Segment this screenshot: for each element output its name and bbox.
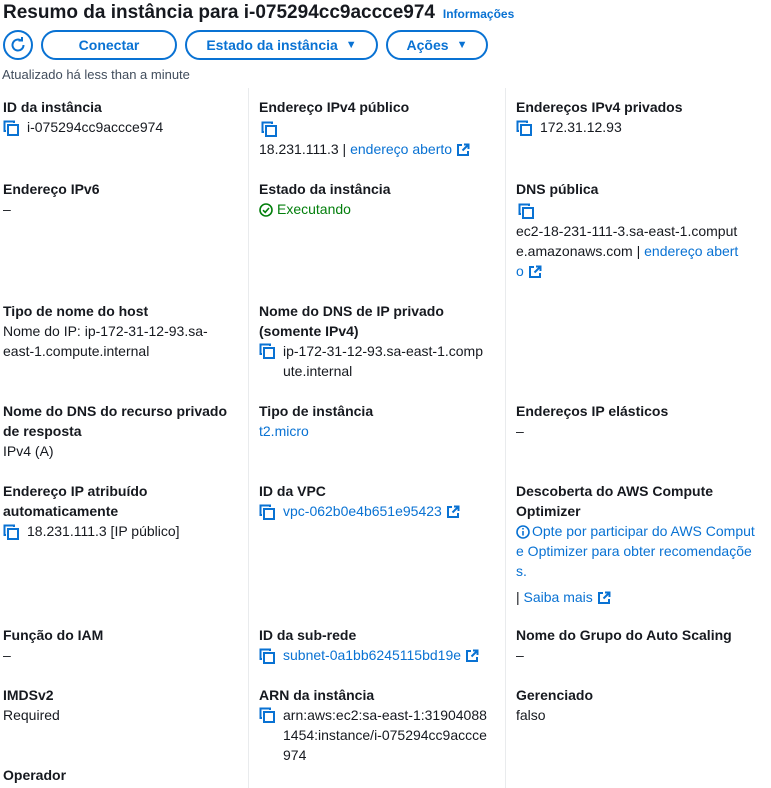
external-link-icon	[456, 143, 470, 157]
external-link-icon	[465, 649, 479, 663]
subnet-id-link[interactable]: subnet-0a1bb6245115bd19e	[283, 647, 461, 663]
separator: |	[516, 589, 520, 605]
field-label: Operador	[3, 767, 67, 783]
field-auto-assigned-ip: Endereço IP atribuído automaticamente 18…	[3, 481, 223, 541]
field-vpc-id: ID da VPC vpc-062b0e4b651e95423	[259, 481, 497, 521]
copy-icon[interactable]	[3, 120, 19, 136]
field-instance-arn: ARN da instância arn:aws:ec2:sa-east-1:3…	[259, 685, 497, 765]
info-icon	[516, 525, 530, 540]
copy-icon[interactable]	[259, 343, 275, 359]
field-label: Tipo de instância	[259, 403, 374, 419]
public-ipv4-value: 18.231.111.3 |	[259, 141, 347, 157]
field-label: IMDSv2	[3, 687, 54, 703]
field-label: Tipo de nome do host	[3, 303, 149, 319]
field-private-ipv4: Endereços IPv4 privados 172.31.12.93	[516, 97, 754, 137]
instance-state-value: Executando	[277, 201, 351, 217]
external-link-icon	[446, 505, 460, 519]
field-label: ID da instância	[3, 99, 102, 115]
instance-id-value: i-075294cc9accce974	[27, 119, 164, 135]
field-label: Endereço IP atribuído automaticamente	[3, 483, 148, 519]
external-link-icon	[597, 591, 611, 605]
field-imdsv2: IMDSv2 Required	[3, 685, 241, 725]
column-divider	[248, 88, 249, 788]
field-label: Nome do Grupo do Auto Scaling	[516, 627, 732, 643]
page-header: Resumo da instância para i-075294cc9accc…	[3, 2, 514, 24]
field-label: Gerenciado	[516, 687, 594, 703]
field-hostname-type: Tipo de nome do host Nome do IP: ip-172-…	[3, 301, 219, 361]
instance-arn-value: arn:aws:ec2:sa-east-1:319040881454:insta…	[283, 707, 487, 763]
field-label: ARN da instância	[259, 687, 375, 703]
copy-icon[interactable]	[261, 121, 277, 137]
ipv6-value: –	[3, 201, 11, 217]
actions-dropdown[interactable]: Ações ▼	[386, 30, 488, 60]
field-public-ipv4: Endereço IPv4 público 18.231.111.3 | end…	[259, 97, 497, 159]
instance-state-label: Estado da instância	[206, 37, 338, 53]
field-label: Função do IAM	[3, 627, 104, 643]
field-label: Estado da instância	[259, 181, 391, 197]
instance-state-dropdown[interactable]: Estado da instância ▼	[185, 30, 378, 60]
private-dns-value: ip-172-31-12-93.sa-east-1.compute.intern…	[283, 343, 483, 379]
field-public-dns: DNS pública ec2-18-231-111-3.sa-east-1.c…	[516, 179, 740, 281]
field-instance-id: ID da instância i-075294cc9accce974	[3, 97, 241, 137]
vpc-id-link[interactable]: vpc-062b0e4b651e95423	[283, 503, 442, 519]
iam-role-value: –	[3, 647, 11, 663]
field-ipv6: Endereço IPv6 –	[3, 179, 241, 219]
instance-type-link[interactable]: t2.micro	[259, 421, 497, 441]
field-label: Endereço IPv6	[3, 181, 100, 197]
imdsv2-value: Required	[3, 707, 60, 723]
field-compute-optimizer: Descoberta do AWS Compute Optimizer Opte…	[516, 481, 756, 607]
field-label: ID da VPC	[259, 483, 326, 499]
refresh-button[interactable]	[3, 30, 33, 60]
actions-label: Ações	[406, 37, 449, 53]
field-instance-type: Tipo de instância t2.micro	[259, 401, 497, 441]
field-label: Nome do DNS do recurso privado de respos…	[3, 403, 228, 439]
copy-icon[interactable]	[516, 120, 532, 136]
learn-more-link[interactable]: Saiba mais	[524, 589, 593, 605]
field-label: ID da sub-rede	[259, 627, 357, 643]
connect-label: Conectar	[78, 37, 140, 53]
field-label: Descoberta do AWS Compute Optimizer	[516, 483, 714, 519]
last-updated-text: Atualizado há less than a minute	[2, 67, 190, 82]
compute-optimizer-link[interactable]: Opte por participar do AWS Compute Optim…	[516, 523, 755, 579]
info-link[interactable]: Informações	[443, 7, 514, 21]
hostname-type-value: Nome do IP: ip-172-31-12-93.sa-east-1.co…	[3, 323, 208, 359]
status-success-icon	[259, 203, 273, 218]
page-title: Resumo da instância para i-075294cc9accc…	[3, 2, 435, 23]
field-managed: Gerenciado falso	[516, 685, 754, 725]
field-label: Endereço IPv4 público	[259, 99, 410, 115]
field-elastic-ip: Endereços IP elásticos –	[516, 401, 754, 441]
field-iam-role: Função do IAM –	[3, 625, 241, 665]
field-subnet-id: ID da sub-rede subnet-0a1bb6245115bd19e	[259, 625, 497, 665]
field-label: Endereços IP elásticos	[516, 403, 669, 419]
copy-icon[interactable]	[3, 524, 19, 540]
copy-icon[interactable]	[518, 203, 534, 219]
auto-ip-value: 18.231.111.3 [IP público]	[27, 523, 180, 539]
toolbar: Conectar Estado da instância ▼ Ações ▼	[3, 30, 488, 60]
copy-icon[interactable]	[259, 504, 275, 520]
resource-dns-value: IPv4 (A)	[3, 443, 54, 459]
copy-icon[interactable]	[259, 707, 275, 723]
caret-down-icon: ▼	[456, 39, 468, 51]
field-instance-state: Estado da instância Executando	[259, 179, 497, 219]
field-operator: Operador	[3, 765, 241, 785]
elastic-ip-value: –	[516, 423, 524, 439]
refresh-icon	[11, 37, 25, 52]
open-address-link[interactable]: endereço aberto	[350, 141, 452, 157]
private-ipv4-value: 172.31.12.93	[540, 119, 622, 135]
field-label: Endereços IPv4 privados	[516, 99, 683, 115]
copy-icon[interactable]	[259, 648, 275, 664]
asg-name-value: –	[516, 647, 524, 663]
connect-button[interactable]: Conectar	[41, 30, 177, 60]
external-link-icon	[528, 265, 542, 279]
caret-down-icon: ▼	[345, 39, 357, 51]
field-asg-name: Nome do Grupo do Auto Scaling –	[516, 625, 754, 665]
field-label: DNS pública	[516, 181, 599, 197]
field-label: Nome do DNS de IP privado (somente IPv4)	[259, 303, 444, 339]
column-divider	[505, 88, 506, 788]
field-private-dns: Nome do DNS de IP privado (somente IPv4)…	[259, 301, 497, 381]
field-resource-dns: Nome do DNS do recurso privado de respos…	[3, 401, 235, 461]
managed-value: falso	[516, 707, 546, 723]
